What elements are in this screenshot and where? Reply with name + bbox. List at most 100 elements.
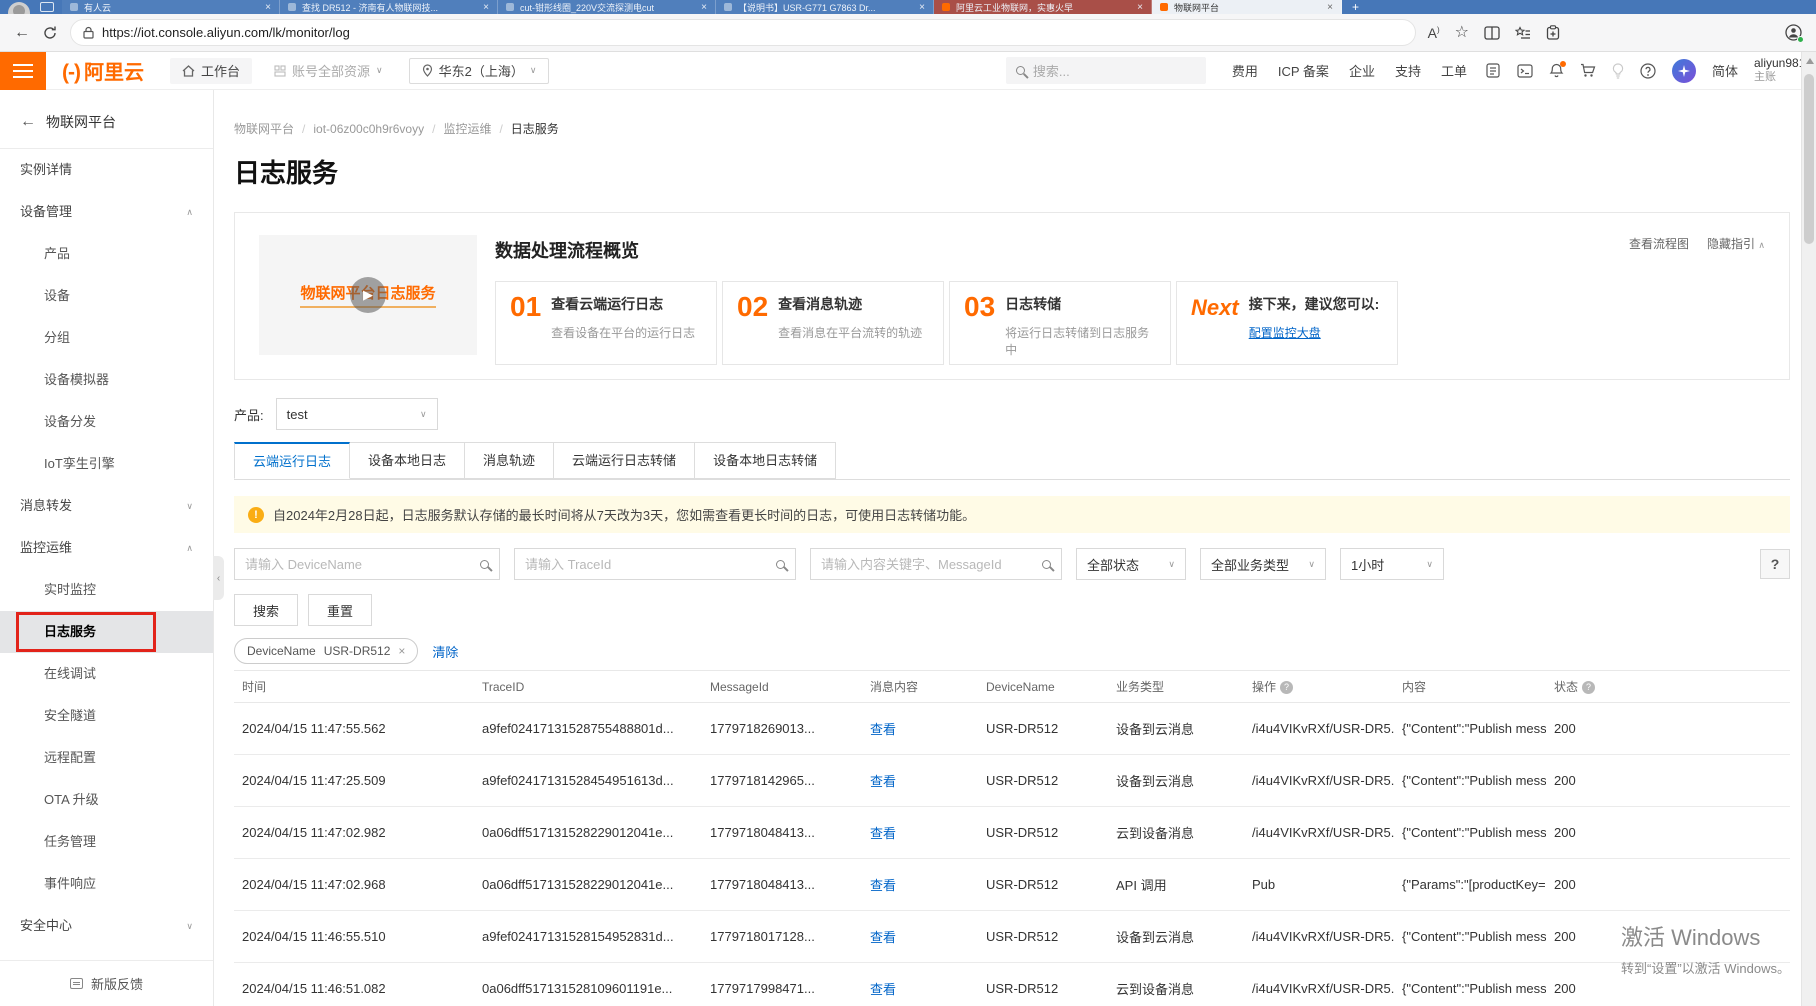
back-icon[interactable]: ← (14, 25, 30, 41)
chip-close-icon[interactable]: × (398, 644, 405, 658)
tab-close-icon[interactable]: × (1137, 2, 1143, 13)
console-search[interactable]: 搜索... (1006, 57, 1206, 84)
tab-device-local-log[interactable]: 设备本地日志 (350, 442, 465, 479)
sidebar-item-device-simulator[interactable]: 设备模拟器 (0, 359, 213, 401)
sidebar-group-monitor-ops[interactable]: 监控运维∧ (0, 527, 213, 569)
view-message-link[interactable]: 查看 (870, 826, 896, 841)
product-select[interactable]: test ∨ (276, 398, 438, 430)
search-icon[interactable] (480, 560, 489, 569)
browser-tab-3[interactable]: 【说明书】USR-G771 G7863 Dr... × (716, 0, 934, 14)
view-message-link[interactable]: 查看 (870, 982, 896, 997)
cart-icon[interactable] (1580, 63, 1596, 78)
view-message-link[interactable]: 查看 (870, 930, 896, 945)
browser-tab-4[interactable]: 阿里云工业物联网，实惠火早 × (934, 0, 1152, 14)
view-message-link[interactable]: 查看 (870, 878, 896, 893)
browser-tab-1[interactable]: 查找 DR512 - 济南有人物联网技... × (280, 0, 498, 14)
menu-ticket[interactable]: 工单 (1441, 61, 1467, 80)
sidebar-item-group[interactable]: 分组 (0, 317, 213, 359)
view-message-link[interactable]: 查看 (870, 722, 896, 737)
page-scrollbar[interactable] (1801, 52, 1816, 1006)
help-question-icon[interactable] (1640, 63, 1656, 79)
region-select[interactable]: 华东2（上海） ∨ (409, 58, 550, 84)
configure-dashboard-link[interactable]: 配置监控大盘 (1249, 324, 1321, 341)
guide-video-thumbnail[interactable]: 物联网平台日志服务 ▶ (259, 235, 477, 355)
tab-close-icon[interactable]: × (701, 2, 707, 13)
sidebar-back-header[interactable]: ← 物联网平台 (0, 90, 213, 149)
api-doc-icon[interactable] (1485, 63, 1501, 78)
device-name-search[interactable] (234, 548, 500, 580)
view-flowchart-link[interactable]: 查看流程图 (1629, 235, 1689, 252)
sidebar-item-realtime-monitor[interactable]: 实时监控 (0, 569, 213, 611)
split-screen-icon[interactable] (1484, 26, 1500, 40)
help-question-icon[interactable]: ? (1280, 681, 1293, 694)
tab-cloud-run-log[interactable]: 云端运行日志 (234, 442, 350, 479)
help-button[interactable]: ? (1760, 549, 1790, 579)
sidebar-item-event-response[interactable]: 事件响应 (0, 863, 213, 905)
sidebar-item-remote-config[interactable]: 远程配置 (0, 737, 213, 779)
tab-close-icon[interactable]: × (919, 2, 925, 13)
read-aloud-icon[interactable]: A) (1428, 26, 1440, 40)
sidebar-item-device[interactable]: 设备 (0, 275, 213, 317)
sidebar-item-ota-upgrade[interactable]: OTA 升级 (0, 779, 213, 821)
account-resources-select[interactable]: 账号全部资源 ∨ (274, 61, 383, 80)
tab-layout-icon[interactable] (40, 2, 54, 12)
browser-profile-icon[interactable] (1785, 24, 1802, 41)
clipboard-add-icon[interactable] (1546, 25, 1560, 40)
menu-fee[interactable]: 费用 (1232, 61, 1258, 80)
breadcrumb-monitor-ops[interactable]: 监控运维 (443, 120, 491, 137)
browser-tab-0[interactable]: 有人云 × (62, 0, 280, 14)
refresh-icon[interactable] (42, 25, 58, 41)
sidebar-collapse-handle[interactable]: ‹ (213, 556, 224, 600)
scroll-up-arrow[interactable] (1806, 58, 1814, 64)
app-avatar-icon[interactable] (1672, 59, 1696, 83)
sidebar-item-log-service[interactable]: 日志服务 (0, 611, 213, 653)
sidebar-item-secure-tunnel[interactable]: 安全隧道 (0, 695, 213, 737)
feedback-button[interactable]: 新版反馈 (0, 960, 213, 1006)
language-toggle[interactable]: 简体 (1712, 61, 1738, 80)
collections-icon[interactable] (1515, 26, 1531, 40)
sidebar-item-task-management[interactable]: 任务管理 (0, 821, 213, 863)
breadcrumb-platform[interactable]: 物联网平台 (234, 120, 294, 137)
tab-cloud-log-dump[interactable]: 云端运行日志转储 (554, 442, 695, 479)
reset-button[interactable]: 重置 (308, 594, 372, 626)
play-icon[interactable]: ▶ (350, 277, 386, 313)
search-icon[interactable] (776, 560, 785, 569)
device-name-input[interactable] (245, 557, 472, 572)
sidebar-group-security-center[interactable]: 安全中心∨ (0, 905, 213, 947)
tab-close-icon[interactable]: × (265, 2, 271, 13)
lightbulb-icon[interactable] (1612, 63, 1624, 79)
search-icon[interactable] (1042, 560, 1051, 569)
menu-icp[interactable]: ICP 备案 (1278, 61, 1329, 80)
device-filter-chip[interactable]: DeviceName USR-DR512 × (234, 638, 418, 664)
sidebar-item-iot-twin-engine[interactable]: IoT孪生引擎 (0, 443, 213, 485)
tab-device-local-log-dump[interactable]: 设备本地日志转储 (695, 442, 836, 479)
breadcrumb-instance[interactable]: iot-06z00c0h9r6voyy (313, 122, 424, 136)
favorite-star-icon[interactable]: ☆ (1455, 25, 1469, 41)
sidebar-item-product[interactable]: 产品 (0, 233, 213, 275)
browser-tab-2[interactable]: cut-钳形线圈_220V交流探测电cut × (498, 0, 716, 14)
scrollbar-thumb[interactable] (1804, 74, 1814, 244)
tab-close-icon[interactable]: × (1327, 2, 1333, 13)
notifications-bell-icon[interactable] (1549, 63, 1564, 78)
menu-support[interactable]: 支持 (1395, 61, 1421, 80)
trace-id-input[interactable] (525, 557, 768, 572)
browser-avatar[interactable] (8, 2, 30, 14)
view-message-link[interactable]: 查看 (870, 774, 896, 789)
tab-message-trace[interactable]: 消息轨迹 (465, 442, 554, 479)
url-bar[interactable]: https://iot.console.aliyun.com/lk/monito… (70, 19, 1416, 46)
sidebar-group-device-management[interactable]: 设备管理∧ (0, 191, 213, 233)
hide-guide-link[interactable]: 隐藏指引 ∧ (1707, 235, 1765, 252)
status-select[interactable]: 全部状态 ∨ (1076, 548, 1186, 580)
workbench-button[interactable]: 工作台 (170, 58, 252, 84)
aliyun-logo[interactable]: (-) 阿里云 (62, 56, 144, 85)
search-button[interactable]: 搜索 (234, 594, 298, 626)
keyword-input[interactable] (821, 557, 1034, 572)
sidebar-item-instance-detail[interactable]: 实例详情 (0, 149, 213, 191)
browser-tab-5-active[interactable]: 物联网平台 × (1152, 0, 1342, 14)
keyword-search[interactable] (810, 548, 1062, 580)
sidebar-item-device-distribution[interactable]: 设备分发 (0, 401, 213, 443)
menu-enterprise[interactable]: 企业 (1349, 61, 1375, 80)
biz-type-select[interactable]: 全部业务类型 ∨ (1200, 548, 1326, 580)
hamburger-menu-button[interactable] (0, 52, 46, 90)
back-arrow-icon[interactable]: ← (20, 113, 36, 131)
